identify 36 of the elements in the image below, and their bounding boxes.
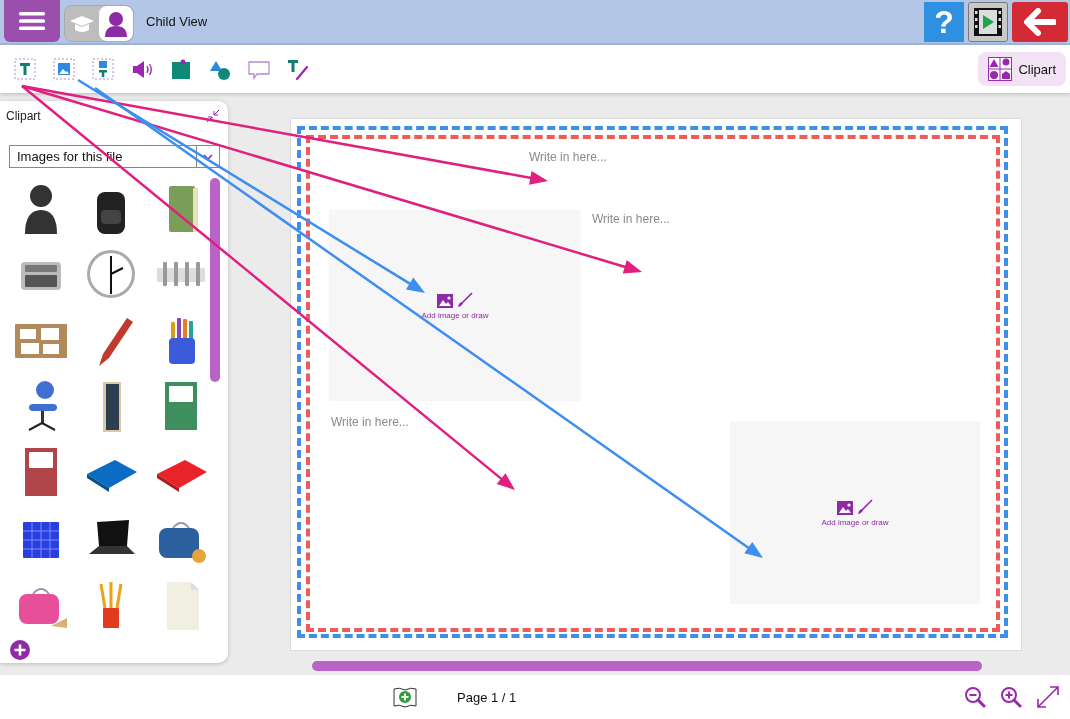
image-placeholder[interactable]: Add image or draw (329, 210, 581, 401)
panel-scrollbar[interactable] (210, 178, 220, 382)
view-title: Child View (146, 14, 208, 29)
view-toggle-option[interactable] (99, 6, 133, 41)
image-icon (437, 293, 453, 308)
collapse-icon[interactable] (206, 109, 220, 123)
back-button[interactable] (1012, 2, 1068, 42)
person-icon (104, 10, 128, 37)
expand-icon[interactable] (1036, 685, 1060, 709)
text-box[interactable]: Write in here... (590, 209, 794, 229)
zoom-out-icon[interactable] (964, 686, 986, 708)
image-box-icon[interactable] (52, 57, 76, 81)
add-icon[interactable] (10, 640, 30, 660)
clipart-button[interactable]: Clipart (978, 52, 1066, 86)
zoom-in-icon[interactable] (1000, 686, 1022, 708)
chevron-down-icon (203, 153, 213, 160)
film-play-icon (973, 7, 1003, 37)
page-indicator: Page 1 / 1 (457, 689, 517, 705)
menu-button[interactable] (4, 0, 60, 42)
text-pen-icon[interactable] (286, 57, 310, 81)
panel-title: Clipart (6, 109, 41, 123)
text-box[interactable]: Write in here... (329, 412, 533, 432)
sticky-note-icon[interactable] (169, 57, 193, 81)
horizontal-scrollbar[interactable] (312, 661, 982, 671)
text-box[interactable]: Write in here... (527, 147, 731, 167)
text-box-icon[interactable] (13, 57, 37, 81)
video-button[interactable] (968, 2, 1008, 42)
add-page-icon[interactable] (393, 686, 417, 708)
brush-icon (457, 291, 473, 308)
menu-icon (19, 11, 45, 31)
brush-icon (857, 498, 873, 515)
back-arrow-icon (1024, 8, 1056, 36)
clipart-icon (988, 57, 1013, 81)
image-placeholder[interactable]: Add image or draw (730, 421, 980, 604)
image-text-box-icon[interactable] (91, 57, 115, 81)
image-icon (837, 500, 853, 515)
